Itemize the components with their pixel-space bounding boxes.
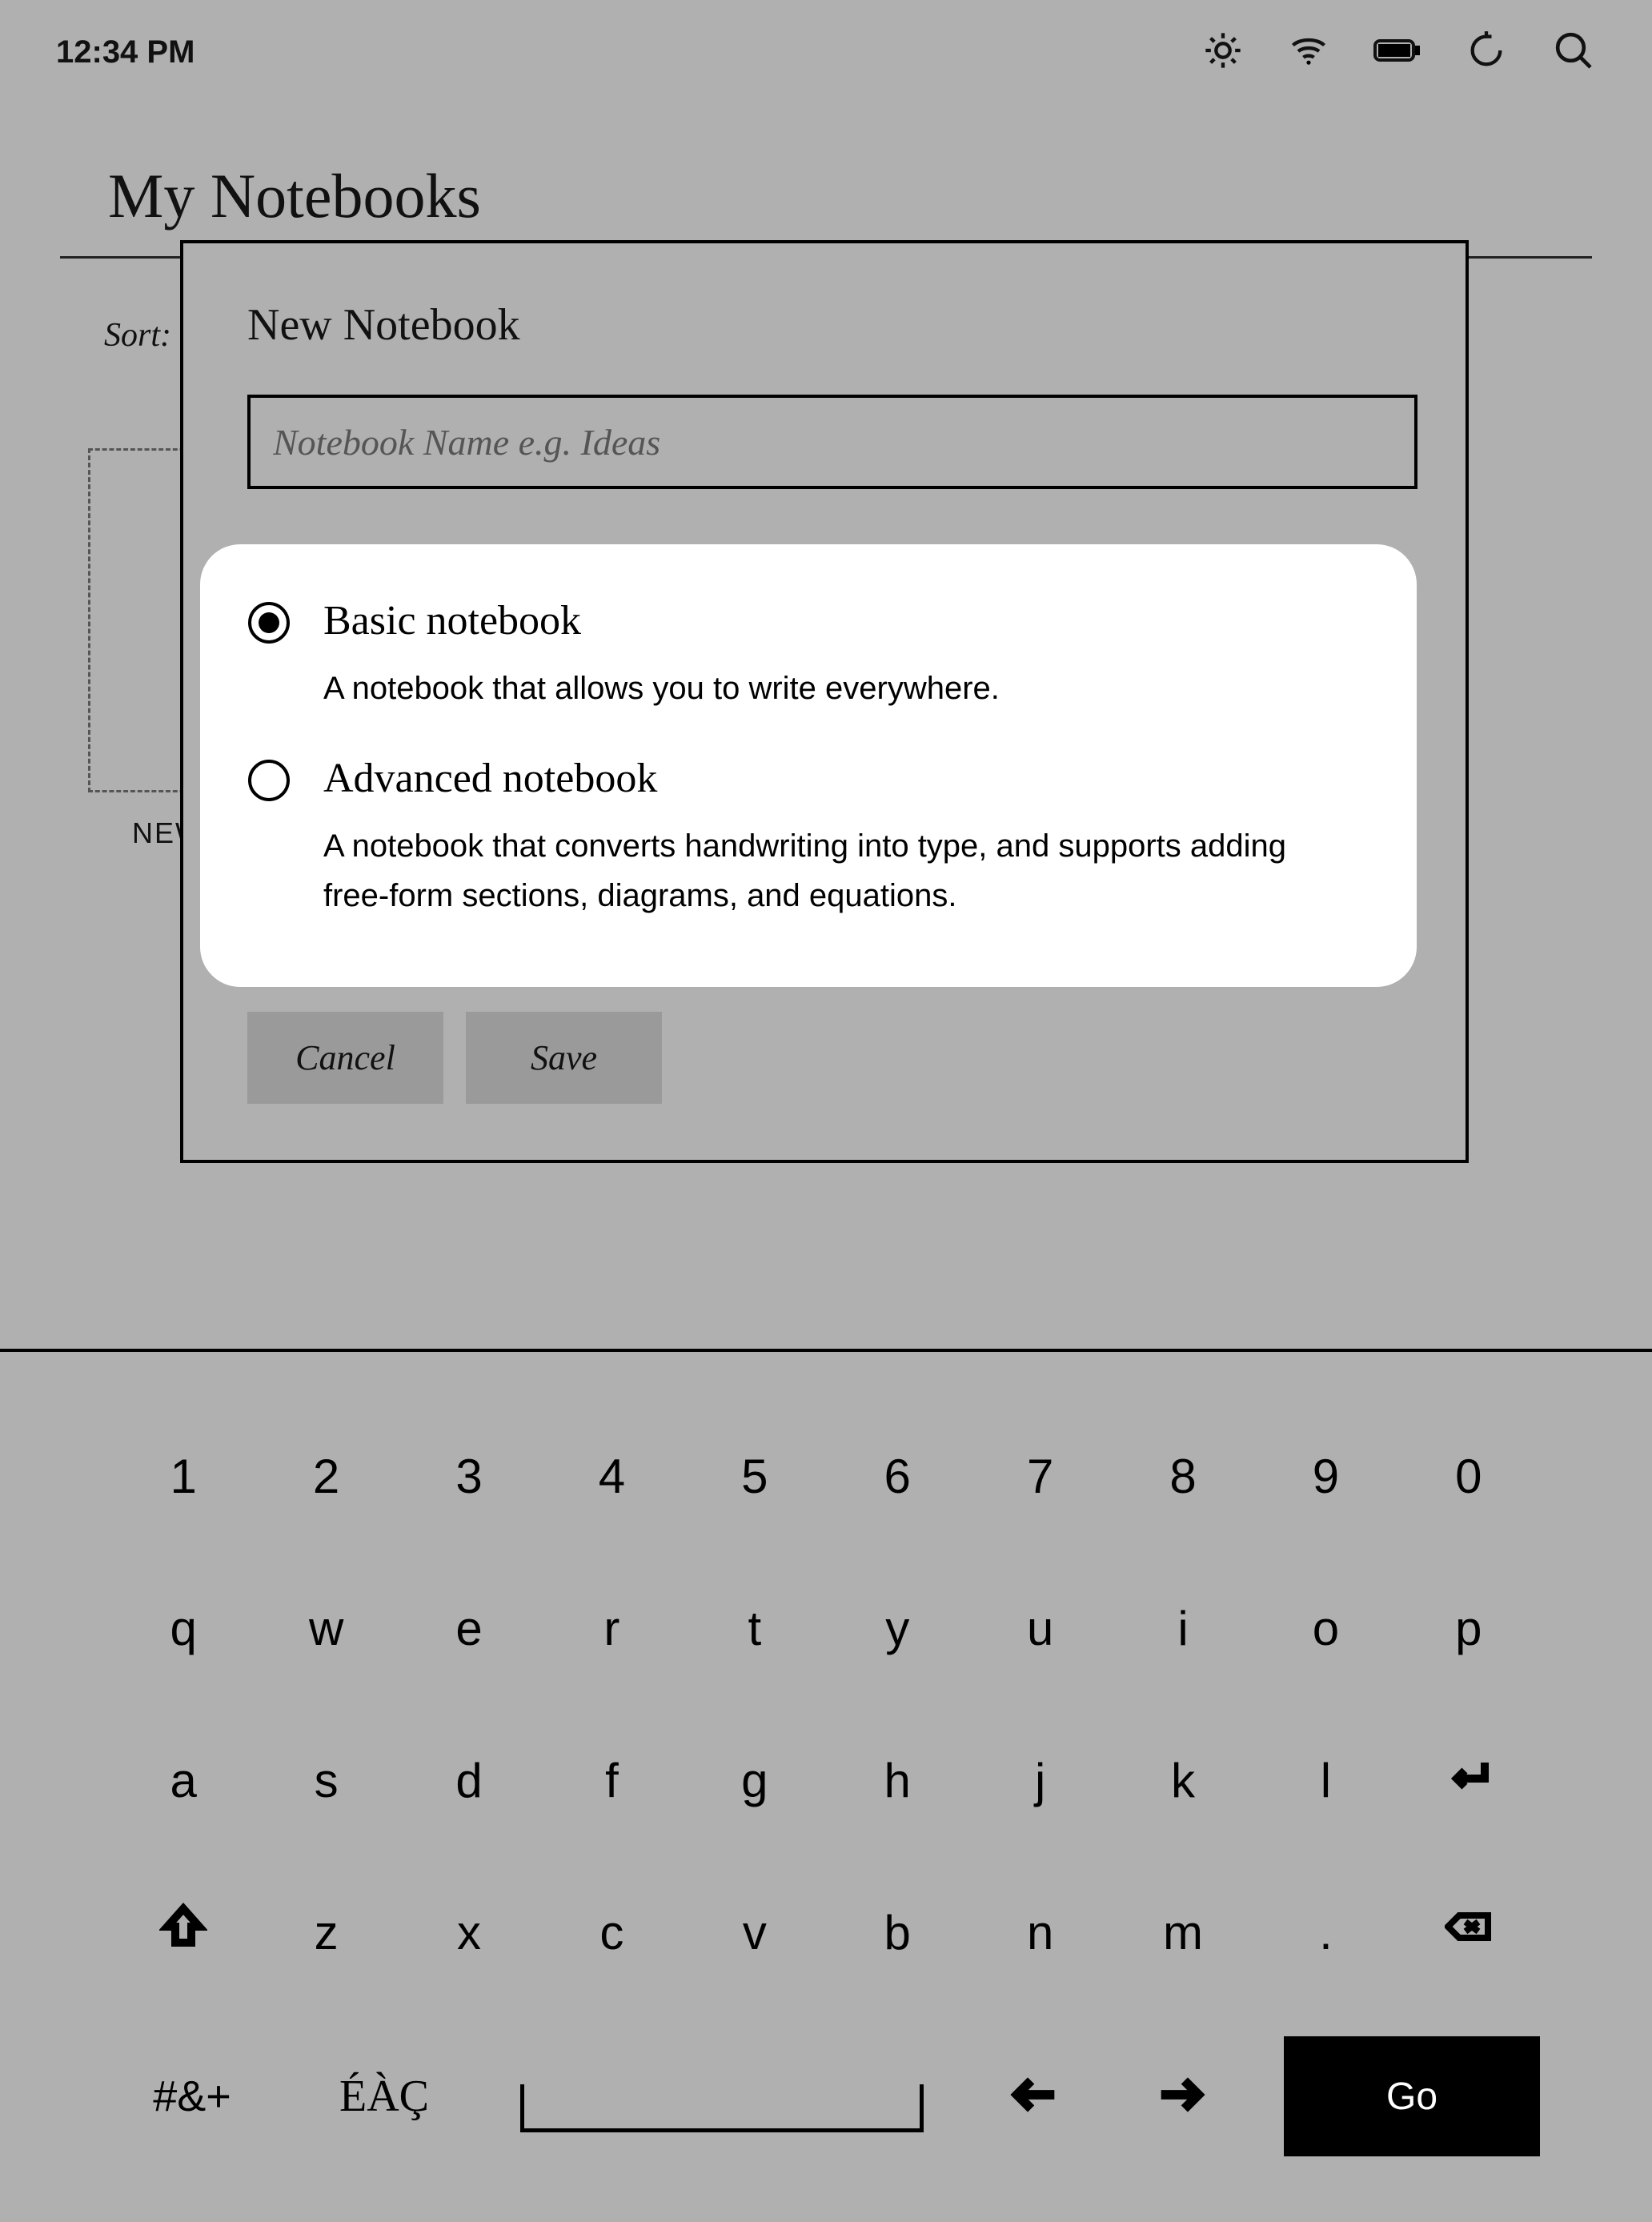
- key-y[interactable]: y: [826, 1601, 968, 1656]
- status-icons: [1202, 28, 1596, 77]
- page-title: My Notebooks: [60, 160, 1592, 250]
- key-arrow-right[interactable]: [1124, 2067, 1236, 2127]
- key-3[interactable]: 3: [398, 1449, 540, 1504]
- key-z[interactable]: z: [255, 1905, 397, 1960]
- status-bar: 12:34 PM: [0, 0, 1652, 104]
- key-a[interactable]: a: [112, 1753, 255, 1808]
- key-symbols[interactable]: #&+: [112, 2072, 272, 2121]
- brightness-icon[interactable]: [1202, 30, 1244, 75]
- key-p[interactable]: p: [1397, 1601, 1540, 1656]
- sort-label[interactable]: Sort:: [104, 316, 171, 355]
- key-7[interactable]: 7: [968, 1449, 1111, 1504]
- radio-basic[interactable]: [248, 602, 290, 644]
- notebook-type-options: Basic notebook A notebook that allows yo…: [200, 544, 1417, 987]
- key-d[interactable]: d: [398, 1753, 540, 1808]
- cancel-button[interactable]: Cancel: [247, 1012, 443, 1104]
- dialog-title: New Notebook: [247, 299, 1417, 351]
- key-space[interactable]: [520, 2060, 924, 2132]
- option-advanced-notebook[interactable]: Advanced notebook A notebook that conver…: [248, 740, 1361, 943]
- key-h[interactable]: h: [826, 1753, 968, 1808]
- wifi-icon[interactable]: [1288, 30, 1329, 75]
- key-q[interactable]: q: [112, 1601, 255, 1656]
- key-enter[interactable]: [1397, 1751, 1540, 1810]
- key-2[interactable]: 2: [255, 1449, 397, 1504]
- notebook-name-input[interactable]: [247, 395, 1417, 489]
- keyboard-row-4: z x c v b n m .: [112, 1864, 1540, 2000]
- key-arrow-left[interactable]: [980, 2067, 1092, 2127]
- key-4[interactable]: 4: [540, 1449, 683, 1504]
- key-r[interactable]: r: [540, 1601, 683, 1656]
- key-backspace[interactable]: [1397, 1903, 1540, 1962]
- key-u[interactable]: u: [968, 1601, 1111, 1656]
- option-basic-title: Basic notebook: [323, 597, 1361, 644]
- key-accents[interactable]: ÉÀÇ: [304, 2071, 464, 2122]
- save-button[interactable]: Save: [466, 1012, 662, 1104]
- key-x[interactable]: x: [398, 1905, 540, 1960]
- on-screen-keyboard: 1 2 3 4 5 6 7 8 9 0 q w e r t y u i o p …: [0, 1349, 1652, 2222]
- key-go[interactable]: Go: [1284, 2036, 1540, 2156]
- keyboard-row-3: a s d f g h j k l: [112, 1712, 1540, 1848]
- key-6[interactable]: 6: [826, 1449, 968, 1504]
- key-g[interactable]: g: [684, 1753, 826, 1808]
- battery-icon[interactable]: [1373, 30, 1421, 75]
- key-5[interactable]: 5: [684, 1449, 826, 1504]
- key-f[interactable]: f: [540, 1753, 683, 1808]
- key-period[interactable]: .: [1254, 1905, 1397, 1960]
- status-time: 12:34 PM: [56, 34, 194, 70]
- radio-advanced[interactable]: [248, 760, 290, 801]
- keyboard-row-1: 1 2 3 4 5 6 7 8 9 0: [112, 1408, 1540, 1544]
- keyboard-row-bottom: #&+ ÉÀÇ Go: [112, 2024, 1540, 2168]
- key-j[interactable]: j: [968, 1753, 1111, 1808]
- key-v[interactable]: v: [684, 1905, 826, 1960]
- key-m[interactable]: m: [1112, 1905, 1254, 1960]
- key-k[interactable]: k: [1112, 1753, 1254, 1808]
- option-basic-notebook[interactable]: Basic notebook A notebook that allows yo…: [248, 583, 1361, 740]
- key-s[interactable]: s: [255, 1753, 397, 1808]
- key-o[interactable]: o: [1254, 1601, 1397, 1656]
- key-1[interactable]: 1: [112, 1449, 255, 1504]
- keyboard-row-2: q w e r t y u i o p: [112, 1560, 1540, 1696]
- key-9[interactable]: 9: [1254, 1449, 1397, 1504]
- option-advanced-desc: A notebook that converts handwriting int…: [323, 821, 1361, 920]
- key-n[interactable]: n: [968, 1905, 1111, 1960]
- key-e[interactable]: e: [398, 1601, 540, 1656]
- sync-icon[interactable]: [1466, 30, 1507, 75]
- key-i[interactable]: i: [1112, 1601, 1254, 1656]
- key-w[interactable]: w: [255, 1601, 397, 1656]
- option-basic-desc: A notebook that allows you to write ever…: [323, 664, 1361, 713]
- search-icon[interactable]: [1551, 28, 1596, 77]
- key-8[interactable]: 8: [1112, 1449, 1254, 1504]
- key-shift[interactable]: [112, 1903, 255, 1962]
- option-advanced-title: Advanced notebook: [323, 755, 1361, 802]
- key-t[interactable]: t: [684, 1601, 826, 1656]
- key-b[interactable]: b: [826, 1905, 968, 1960]
- key-l[interactable]: l: [1254, 1753, 1397, 1808]
- key-c[interactable]: c: [540, 1905, 683, 1960]
- key-0[interactable]: 0: [1397, 1449, 1540, 1504]
